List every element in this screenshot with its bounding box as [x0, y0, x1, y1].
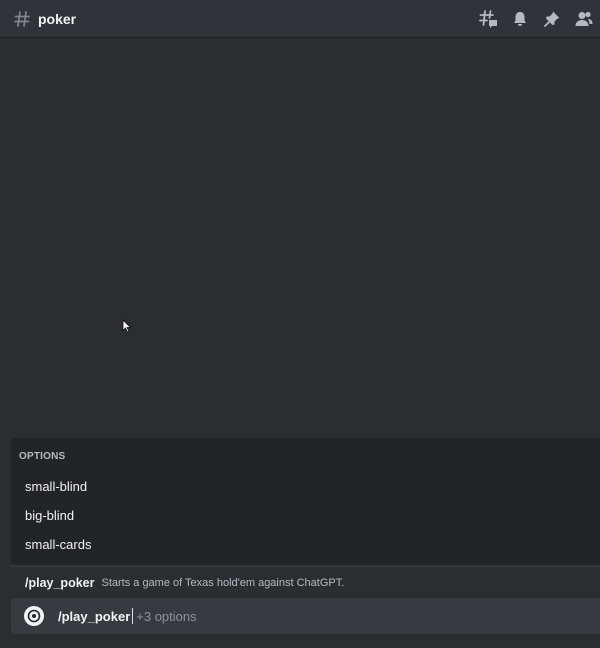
options-placeholder: +3 options	[136, 608, 197, 624]
mouse-pointer-icon	[122, 319, 132, 338]
pin-icon[interactable]	[536, 0, 568, 38]
command-options-panel: OPTIONS small-blind big-blind small-card…	[11, 438, 600, 564]
channel-header: poker	[0, 0, 600, 38]
option-small-blind[interactable]: small-blind	[25, 479, 87, 494]
channel-name: poker	[38, 10, 77, 27]
message-area	[0, 38, 600, 438]
message-input[interactable]: /play_poker +3 options	[11, 598, 600, 634]
option-small-cards[interactable]: small-cards	[25, 537, 91, 552]
bot-avatar-icon	[24, 606, 44, 626]
typed-command[interactable]: /play_poker	[58, 609, 130, 624]
header-toolbar	[472, 0, 600, 38]
command-hint: /play_poker Starts a game of Texas hold'…	[11, 567, 600, 598]
hash-icon	[13, 10, 31, 28]
text-caret	[132, 608, 134, 624]
bell-icon[interactable]	[504, 0, 536, 38]
command-hint-name: /play_poker	[25, 575, 95, 590]
option-big-blind[interactable]: big-blind	[25, 508, 74, 523]
command-hint-description: Starts a game of Texas hold'em against C…	[101, 576, 345, 589]
options-title: OPTIONS	[19, 451, 66, 462]
members-icon[interactable]	[568, 0, 600, 38]
threads-icon[interactable]	[472, 0, 504, 38]
